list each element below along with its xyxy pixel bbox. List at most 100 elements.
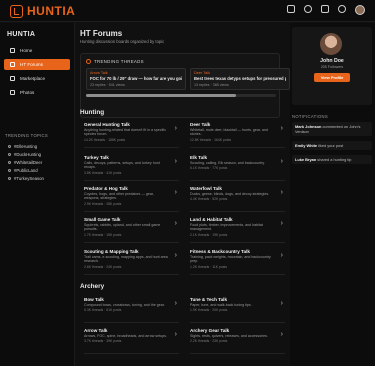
section-title-archery: Archery: [80, 283, 105, 290]
trending-topics-heading: TRENDING TOPICS: [5, 133, 48, 138]
forum-item[interactable]: Archery Gear Talk Sights, rests, quivers…: [190, 328, 285, 354]
chevron-right-icon: ›: [174, 331, 177, 338]
hashtag-icon: [8, 144, 11, 148]
chevron-right-icon: ›: [280, 300, 283, 307]
horizontal-scrollbar[interactable]: [86, 94, 276, 97]
chevron-right-icon: ›: [280, 125, 283, 132]
page-subtitle: Hunting discussion boards organized by t…: [80, 39, 165, 44]
forum-description: Squirrels, rabbits, upland, and other sm…: [84, 223, 161, 232]
topic-item[interactable]: #PublicLand: [8, 166, 44, 174]
forum-title: Predator & Hog Talk: [84, 186, 128, 191]
forum-item[interactable]: Waterfowl Talk Ducks, geese, blinds, dog…: [190, 186, 285, 212]
forum-title: Deer Talk: [190, 122, 211, 127]
trending-thread-card[interactable]: Arrow Talk FOC for 70 lb / 29" draw — ho…: [86, 68, 186, 90]
chevron-right-icon: ›: [174, 220, 177, 227]
forum-item[interactable]: Arrow Talk Arrows, FOC, spine, broadhead…: [84, 328, 179, 354]
forum-item[interactable]: Small Game Talk Squirrels, rabbits, upla…: [84, 217, 179, 243]
notification-item[interactable]: Mark Johnson commented on John's Venison: [292, 122, 372, 136]
forum-meta: 3.8K threads · 41K posts: [84, 170, 122, 175]
forum-description: Whitetail, mule deer, blacktail — hunts,…: [190, 128, 268, 137]
section-title-hunting: Hunting: [80, 109, 105, 116]
forum-title: Archery Gear Talk: [190, 328, 230, 333]
cart-icon[interactable]: [321, 5, 329, 13]
forum-description: Sights, rests, quivers, releases, and ac…: [190, 334, 268, 338]
topic-label: #DuckHunting: [14, 151, 41, 157]
trending-threads-label: TRENDING THREADS: [94, 59, 144, 64]
forum-meta: 3.7K threads · 39K posts: [84, 339, 122, 344]
notification-user: Emily White: [295, 143, 318, 148]
chevron-right-icon: ›: [280, 331, 283, 338]
notifications-heading: NOTIFICATIONS: [292, 114, 328, 119]
forum-item[interactable]: Tune & Tech Talk Paper, tune, and walk-b…: [190, 297, 285, 323]
thread-meta: 23 replies · 541 views: [90, 83, 125, 87]
notification-text: liked your post: [318, 143, 344, 148]
forum-item[interactable]: Land & Habitat Talk Food plots, timber, …: [190, 217, 285, 243]
topic-item[interactable]: #DuckHunting: [8, 150, 44, 158]
forum-description: Training, pack weights, mountain, and ba…: [190, 255, 271, 264]
avatar[interactable]: [355, 5, 365, 15]
profile-name: John Doe: [320, 58, 344, 64]
forum-description: Trail cams, e-scouting, mapping apps, an…: [84, 255, 168, 264]
trending-icon: [86, 59, 91, 64]
brand-name: HUNTIA: [27, 4, 76, 18]
right-panel: John Doe 205 Followers View Profile NOTI…: [290, 23, 375, 366]
sidebar-item-label: Marketplace: [20, 76, 46, 81]
forum-item[interactable]: Deer Talk Whitetail, mule deer, blacktai…: [190, 122, 285, 148]
page-title: HT Forums: [80, 29, 123, 38]
forum-item[interactable]: Turkey Talk Calls, decoys, patterns, set…: [84, 155, 179, 181]
main-content: HT Forums Hunting discussion boards orga…: [76, 23, 290, 366]
notification-item[interactable]: Luke Bryan shared a hunting tip: [292, 155, 372, 164]
hashtag-icon: [8, 168, 11, 172]
forum-description: Compound bows, crossbows, tuning, and th…: [84, 303, 165, 307]
view-profile-button[interactable]: View Profile: [314, 73, 350, 82]
chevron-right-icon: ›: [174, 252, 177, 259]
sidebar-item-label: Photos: [20, 90, 35, 95]
forum-item[interactable]: Elk Talk Scouting, calling, Elk season, …: [190, 155, 285, 181]
forum-item[interactable]: General Hunting Talk Anything hunting-re…: [84, 122, 179, 148]
topic-label: #TurkeySeason: [14, 175, 44, 181]
home-icon[interactable]: [287, 5, 295, 13]
forum-description: Food plots, timber, improvements, and ha…: [190, 223, 263, 232]
topic-item[interactable]: #TurkeySeason: [8, 174, 44, 182]
forum-description: Scouting, calling, Elk season, and backc…: [190, 161, 265, 165]
logo-icon: [10, 4, 23, 18]
forum-title: Tune & Tech Talk: [190, 297, 228, 302]
store-icon: [10, 76, 15, 81]
profile-avatar[interactable]: [320, 33, 342, 55]
thread-category: Arrow Talk: [90, 71, 108, 75]
sidebar-item-label: Home: [20, 48, 33, 53]
topic-label: #PublicLand: [14, 167, 38, 173]
forum-item[interactable]: Scouting & Mapping Talk Trail cams, e-sc…: [84, 249, 179, 275]
sidebar-item-photos[interactable]: Photos: [4, 87, 70, 98]
bell-icon[interactable]: [338, 5, 346, 13]
thread-category: Deer Talk: [194, 71, 210, 75]
scrollbar-thumb[interactable]: [86, 94, 236, 97]
chevron-right-icon: ›: [280, 158, 283, 165]
chat-icon[interactable]: [304, 5, 312, 13]
forum-meta: 1.9K threads · 20K posts: [190, 308, 228, 313]
forum-description: Paper, tune, and walk-back tuning tips.: [190, 303, 252, 307]
trending-cards: Arrow Talk FOC for 70 lb / 29" draw — ho…: [86, 68, 290, 90]
sidebar-title: HUNTIA: [7, 31, 36, 38]
forum-item[interactable]: Fitness & Backcountry Talk Training, pac…: [190, 249, 285, 275]
forum-description: Coyotes, hogs, and other predators — gea…: [84, 192, 154, 201]
sidebar-item-ht-forums[interactable]: HT Forums: [4, 59, 70, 70]
topic-item[interactable]: #WhitetailDeer: [8, 158, 44, 166]
forum-meta: 2.1K threads · 19K posts: [190, 232, 228, 237]
topic-label: #ElkHunting: [14, 143, 38, 149]
sidebar-item-home[interactable]: Home: [4, 45, 70, 56]
brand-logo[interactable]: HUNTIA: [10, 4, 75, 18]
forum-item[interactable]: Predator & Hog Talk Coyotes, hogs, and o…: [84, 186, 179, 212]
topic-item[interactable]: #ElkHunting: [8, 142, 44, 150]
trending-thread-card[interactable]: Deer Talk Best trees texas detyps setups…: [190, 68, 290, 90]
forum-meta: 2.6K threads · 24K posts: [84, 264, 122, 269]
sidebar-item-label: HT Forums: [20, 62, 43, 67]
forum-item[interactable]: Bow Talk Compound bows, crossbows, tunin…: [84, 297, 179, 323]
thread-title: FOC for 70 lb / 29" draw — how far are y…: [90, 76, 182, 81]
forum-title: Arrow Talk: [84, 328, 108, 333]
trending-topics-list: #ElkHunting #DuckHunting #WhitetailDeer …: [8, 142, 44, 182]
notification-item[interactable]: Emily White liked your post: [292, 141, 372, 150]
sidebar-item-marketplace[interactable]: Marketplace: [4, 73, 70, 84]
sidebar: HUNTIA Home HT Forums Marketplace Photos…: [0, 23, 75, 366]
camera-icon: [10, 90, 15, 95]
